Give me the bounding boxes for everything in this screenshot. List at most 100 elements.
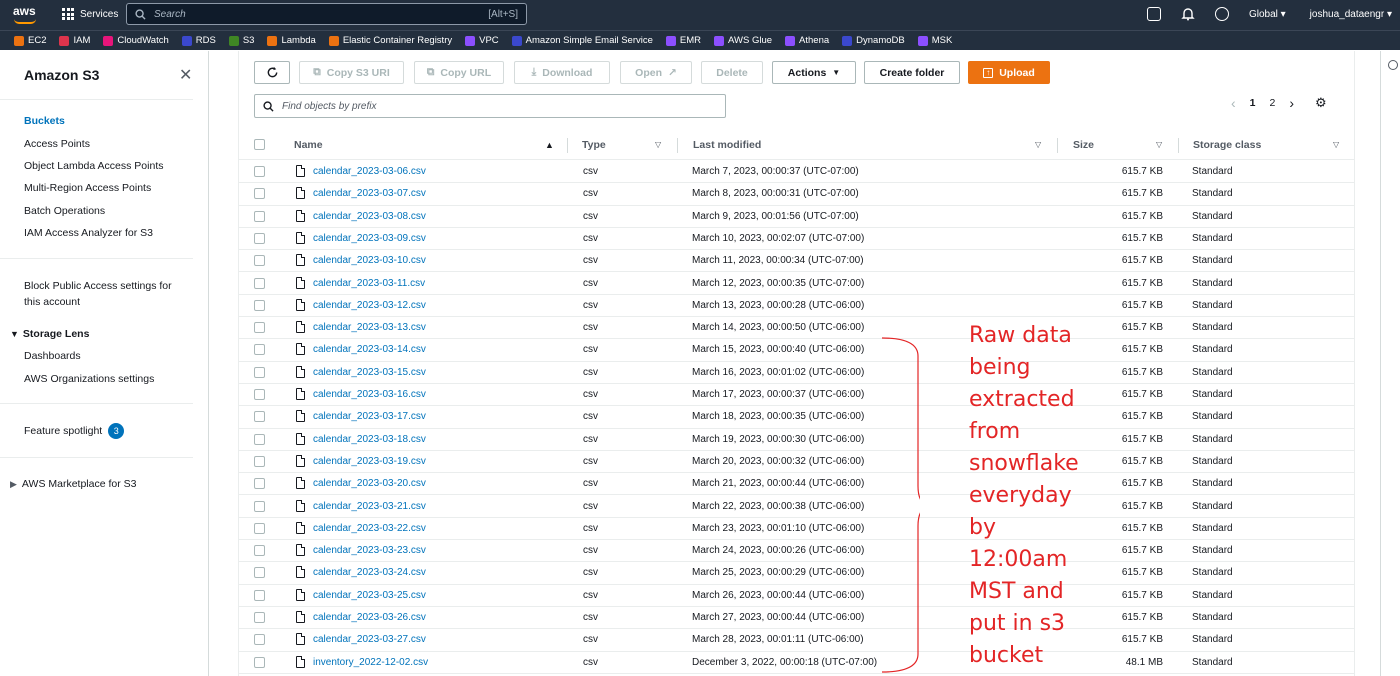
row-checkbox[interactable] xyxy=(254,366,265,378)
favorite-aws-glue[interactable]: AWS Glue xyxy=(714,35,772,46)
delete-button[interactable]: Delete xyxy=(701,61,763,84)
sidebar-item-feature-spotlight[interactable]: Feature spotlight 3 xyxy=(24,423,125,439)
sidebar-item-object-lambda-access-points[interactable]: Object Lambda Access Points xyxy=(24,160,164,172)
sidebar-item-dashboards[interactable]: Dashboards xyxy=(24,350,81,362)
favorite-iam[interactable]: IAM xyxy=(59,35,90,46)
row-checkbox[interactable] xyxy=(254,389,265,400)
object-name-link[interactable]: calendar_2023-03-18.csv xyxy=(313,434,426,445)
sort-icon[interactable]: ▽ xyxy=(1156,140,1162,149)
row-checkbox[interactable] xyxy=(254,232,265,244)
row-checkbox[interactable] xyxy=(254,322,265,334)
close-icon[interactable]: ✕ xyxy=(179,65,192,85)
favorite-emr[interactable]: EMR xyxy=(665,35,701,46)
sidebar-item-access-points[interactable]: Access Points xyxy=(24,138,90,150)
row-checkbox[interactable] xyxy=(254,299,265,311)
object-name-link[interactable]: calendar_2023-03-27.csv xyxy=(313,634,426,645)
column-header-size[interactable]: Size xyxy=(1073,139,1094,151)
row-checkbox[interactable] xyxy=(254,567,265,579)
object-name-link[interactable]: calendar_2023-03-06.csv xyxy=(313,166,426,177)
row-checkbox[interactable] xyxy=(254,500,265,512)
object-name-link[interactable]: calendar_2023-03-14.csv xyxy=(313,344,426,355)
chevron-right-icon[interactable]: › xyxy=(1289,95,1294,111)
cloudshell-icon[interactable] xyxy=(1146,7,1161,21)
favorite-s3[interactable]: S3 xyxy=(228,35,254,46)
favorite-vpc[interactable]: VPC xyxy=(465,35,499,46)
sort-icon[interactable]: ▽ xyxy=(655,140,661,149)
services-menu-button[interactable]: Services xyxy=(62,8,118,20)
sidebar-item-buckets[interactable]: Buckets xyxy=(24,115,65,127)
object-name-link[interactable]: calendar_2023-03-12.csv xyxy=(313,300,426,311)
row-checkbox[interactable] xyxy=(254,277,265,289)
favorite-lambda[interactable]: Lambda xyxy=(267,35,316,46)
object-name-link[interactable]: calendar_2023-03-08.csv xyxy=(313,211,426,222)
gear-icon[interactable]: ⚙ xyxy=(1315,95,1327,111)
row-checkbox[interactable] xyxy=(254,188,265,200)
object-name-link[interactable]: calendar_2023-03-23.csv xyxy=(313,545,426,556)
sidebar-section-storage-lens[interactable]: ▼ Storage Lens xyxy=(10,328,89,340)
row-checkbox[interactable] xyxy=(254,522,265,534)
row-checkbox[interactable] xyxy=(254,344,265,356)
row-checkbox[interactable] xyxy=(254,166,265,177)
object-name-link[interactable]: calendar_2023-03-13.csv xyxy=(313,322,426,333)
sidebar-item-multi-region-access-points[interactable]: Multi-Region Access Points xyxy=(24,182,151,194)
refresh-button[interactable] xyxy=(254,61,290,84)
global-search-input[interactable]: Search [Alt+S] xyxy=(126,3,527,25)
sort-ascending-icon[interactable]: ▲ xyxy=(545,140,554,150)
row-checkbox[interactable] xyxy=(254,411,265,423)
info-icon[interactable] xyxy=(1388,60,1398,70)
favorite-cloudwatch[interactable]: CloudWatch xyxy=(103,35,169,46)
row-checkbox[interactable] xyxy=(254,455,265,467)
row-checkbox[interactable] xyxy=(254,589,265,601)
sidebar-item-aws-marketplace[interactable]: ▶ AWS Marketplace for S3 xyxy=(10,478,137,490)
object-name-link[interactable]: calendar_2023-03-15.csv xyxy=(313,367,426,378)
favorite-amazon-simple-email-service[interactable]: Amazon Simple Email Service xyxy=(511,35,653,46)
object-name-link[interactable]: calendar_2023-03-11.csv xyxy=(313,278,425,289)
favorite-msk[interactable]: MSK xyxy=(917,35,952,46)
help-icon[interactable] xyxy=(1214,7,1229,21)
sidebar-item-block-public-access[interactable]: Block Public Access settings for this ac… xyxy=(24,280,172,308)
object-name-link[interactable]: calendar_2023-03-20.csv xyxy=(313,478,426,489)
object-name-link[interactable]: calendar_2023-03-26.csv xyxy=(313,612,426,623)
object-name-link[interactable]: calendar_2023-03-07.csv xyxy=(313,188,426,199)
column-header-type[interactable]: Type xyxy=(582,139,606,151)
row-checkbox[interactable] xyxy=(254,656,265,668)
copy-url-button[interactable]: ⧉ Copy URL xyxy=(414,61,504,84)
object-name-link[interactable]: calendar_2023-03-19.csv xyxy=(313,456,426,467)
actions-dropdown[interactable]: Actions ▼ xyxy=(772,61,856,84)
copy-s3-uri-button[interactable]: ⧉ Copy S3 URI xyxy=(299,61,404,84)
favorite-athena[interactable]: Athena xyxy=(785,35,829,46)
page-1[interactable]: 1 xyxy=(1250,97,1256,109)
row-checkbox[interactable] xyxy=(254,612,265,623)
sidebar-item-iam-access-analyzer[interactable]: IAM Access Analyzer for S3 xyxy=(24,227,153,239)
row-checkbox[interactable] xyxy=(254,210,265,222)
find-objects-input[interactable]: Find objects by prefix xyxy=(254,94,726,118)
object-name-link[interactable]: calendar_2023-03-21.csv xyxy=(313,501,426,512)
chevron-left-icon[interactable]: ‹ xyxy=(1231,95,1236,111)
favorite-rds[interactable]: RDS xyxy=(181,35,216,46)
column-header-storage-class[interactable]: Storage class xyxy=(1193,139,1261,151)
download-button[interactable]: ⤓ Download xyxy=(514,61,610,84)
object-name-link[interactable]: calendar_2023-03-25.csv xyxy=(313,590,426,601)
row-checkbox[interactable] xyxy=(254,255,265,267)
sort-icon[interactable]: ▽ xyxy=(1035,140,1041,149)
object-name-link[interactable]: calendar_2023-03-10.csv xyxy=(313,255,426,266)
sidebar-item-batch-operations[interactable]: Batch Operations xyxy=(24,205,105,217)
sidebar-item-aws-organizations-settings[interactable]: AWS Organizations settings xyxy=(24,373,154,385)
object-name-link[interactable]: calendar_2023-03-22.csv xyxy=(313,523,426,534)
upload-button[interactable]: ↑ Upload xyxy=(968,61,1050,84)
sort-icon[interactable]: ▽ xyxy=(1333,140,1339,149)
object-name-link[interactable]: calendar_2023-03-17.csv xyxy=(313,411,426,422)
favorite-dynamodb[interactable]: DynamoDB xyxy=(842,35,905,46)
select-all-checkbox[interactable] xyxy=(254,139,265,150)
open-button[interactable]: Open ↗ xyxy=(620,61,692,84)
row-checkbox[interactable] xyxy=(254,634,265,646)
account-menu[interactable]: joshua_dataengr ▾ xyxy=(1310,9,1392,20)
favorite-elastic-container-registry[interactable]: Elastic Container Registry xyxy=(328,35,452,46)
row-checkbox[interactable] xyxy=(254,433,265,445)
object-name-link[interactable]: inventory_2022-12-02.csv xyxy=(313,657,428,668)
object-name-link[interactable]: calendar_2023-03-24.csv xyxy=(313,567,426,578)
create-folder-button[interactable]: Create folder xyxy=(864,61,960,84)
aws-logo[interactable]: aws xyxy=(13,4,39,26)
object-name-link[interactable]: calendar_2023-03-16.csv xyxy=(313,389,426,400)
row-checkbox[interactable] xyxy=(254,545,265,557)
